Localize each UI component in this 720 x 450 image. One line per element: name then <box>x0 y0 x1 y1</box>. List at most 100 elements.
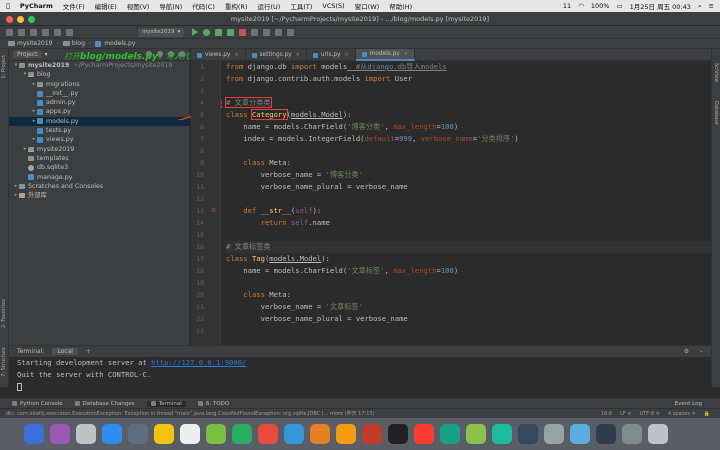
dock-app-icon[interactable] <box>284 424 304 444</box>
file-encoding[interactable]: UTF-8 ≑ <box>640 411 660 417</box>
dock-app-icon[interactable] <box>206 424 226 444</box>
menu-extras-icon[interactable]: ≡ <box>709 2 714 10</box>
tree-item[interactable]: ▸ views.py <box>9 135 190 144</box>
settings-icon[interactable] <box>263 28 271 36</box>
dock-app-icon[interactable] <box>102 424 122 444</box>
minimize-window-button[interactable] <box>17 16 24 23</box>
clock[interactable]: 1月25日 周五 00:43 <box>630 1 691 11</box>
status-message[interactable]: dtc: com.intellij.execution.ExecutionExc… <box>6 410 375 417</box>
tree-item[interactable]: ▸ migrations <box>9 80 190 89</box>
battery-percent[interactable]: 100% <box>591 2 610 10</box>
dock-app-icon[interactable] <box>518 424 538 444</box>
menu-code[interactable]: 代码(C) <box>192 1 215 11</box>
notification-badge[interactable]: 11 <box>563 2 571 10</box>
dock-app-icon[interactable] <box>440 424 460 444</box>
sciview-tool-tab[interactable]: SciView <box>713 63 719 82</box>
dock-app-icon[interactable] <box>180 424 200 444</box>
editor-tab[interactable]: settings.py × <box>246 49 307 61</box>
bottom-tool-tab[interactable]: Terminal <box>146 400 186 407</box>
bottom-tool-tab[interactable]: Database Changes <box>74 401 135 407</box>
dock-app-icon[interactable] <box>24 424 44 444</box>
menu-edit[interactable]: 编辑(E) <box>95 1 117 11</box>
editor-tab[interactable]: models.py × <box>355 49 415 61</box>
dock-app-icon[interactable] <box>466 424 486 444</box>
tree-item[interactable]: templates <box>9 154 190 163</box>
dock-app-icon[interactable] <box>596 424 616 444</box>
menu-window[interactable]: 窗口(W) <box>355 1 380 11</box>
apple-icon[interactable]:  <box>6 2 10 10</box>
lock-icon[interactable]: 🔒 <box>704 411 710 417</box>
dock-app-icon[interactable] <box>76 424 96 444</box>
dock-app-icon[interactable] <box>362 424 382 444</box>
caret-position[interactable]: 16:6 <box>601 411 612 417</box>
back-icon[interactable] <box>42 28 49 36</box>
menu-help[interactable]: 帮助(H) <box>389 1 412 11</box>
tree-item[interactable]: ▾ blog <box>9 70 190 79</box>
run-icon[interactable] <box>192 28 199 36</box>
sync-icon[interactable] <box>30 28 37 36</box>
indent-setting[interactable]: 4 spaces ≑ <box>668 411 696 417</box>
vcs-icon[interactable] <box>251 28 259 36</box>
dock-app-icon[interactable] <box>50 424 70 444</box>
menu-vcs[interactable]: VCS(S) <box>322 2 344 10</box>
tree-item[interactable]: admin.py <box>9 98 190 107</box>
dock-app-icon[interactable] <box>154 424 174 444</box>
tree-item[interactable]: tests.py <box>9 126 190 135</box>
zoom-window-button[interactable] <box>28 16 35 23</box>
dock-app-icon[interactable] <box>232 424 252 444</box>
search-icon[interactable]: ⌕ <box>698 2 702 11</box>
terminal-tab-local[interactable]: Local <box>52 348 78 355</box>
tree-item[interactable]: ▸ models.py <box>9 116 190 127</box>
menu-file[interactable]: 文件(F) <box>63 1 85 11</box>
server-url-link[interactable]: http://127.0.0.1:9000/ <box>151 358 246 367</box>
bottom-tool-tab[interactable]: 6: TODO <box>197 401 229 407</box>
sdk-icon[interactable] <box>287 28 295 36</box>
dock-app-icon[interactable] <box>336 424 356 444</box>
editor-tab[interactable]: urls.py × <box>307 49 356 61</box>
event-log-button[interactable]: Event Log <box>675 401 702 407</box>
chevron-down-icon[interactable]: ▾ <box>45 51 48 58</box>
close-icon[interactable]: × <box>234 52 238 58</box>
open-folder-icon[interactable] <box>6 28 13 36</box>
debug-icon[interactable] <box>203 28 211 36</box>
menu-run[interactable]: 运行(U) <box>257 1 280 11</box>
wifi-icon[interactable]: ◠ <box>578 2 584 10</box>
close-icon[interactable]: × <box>296 52 300 58</box>
tree-item[interactable]: ▾ mysite2019 ~/PycharmProjects/mysite2019 <box>9 61 190 70</box>
stop-icon[interactable] <box>239 28 247 36</box>
project-view-select[interactable]: Project <box>13 51 42 58</box>
editor-tab[interactable]: views.py × <box>191 49 246 61</box>
database-tool-tab[interactable]: Database <box>713 101 719 125</box>
dock-app-icon[interactable] <box>258 424 278 444</box>
close-window-button[interactable] <box>6 16 13 23</box>
battery-icon[interactable]: ▭ <box>616 2 622 10</box>
structure-icon[interactable] <box>275 28 283 36</box>
menu-app-name[interactable]: PyCharm <box>20 2 53 10</box>
dock-app-icon[interactable] <box>570 424 590 444</box>
minimize-icon[interactable]: – <box>700 348 703 355</box>
new-terminal-button[interactable]: + <box>86 348 91 355</box>
bottom-tool-tab[interactable]: Python Console <box>12 401 63 407</box>
line-separator[interactable]: LF ≑ <box>620 411 631 417</box>
dock-app-icon[interactable] <box>128 424 148 444</box>
tree-item[interactable]: db.sqlite3 <box>9 163 190 172</box>
dock-app-icon[interactable] <box>310 424 330 444</box>
breadcrumb-project[interactable]: mysite2019 <box>8 40 53 47</box>
breadcrumb-blog[interactable]: blog <box>62 40 85 47</box>
save-all-icon[interactable] <box>18 28 25 36</box>
tree-item[interactable]: ▸ apps.py <box>9 107 190 116</box>
run-configuration-select[interactable]: mysite2019 ▾ <box>138 27 185 37</box>
dock-app-icon[interactable] <box>388 424 408 444</box>
terminal-prompt[interactable] <box>9 381 711 393</box>
close-icon[interactable]: × <box>344 52 348 58</box>
dock-app-icon[interactable] <box>414 424 434 444</box>
menu-navigate[interactable]: 导航(N) <box>159 1 182 11</box>
close-icon[interactable]: × <box>404 51 408 57</box>
menu-refactor[interactable]: 重构(R) <box>225 1 248 11</box>
tree-item[interactable]: ▸ mysite2019 <box>9 145 190 154</box>
coverage-icon[interactable] <box>215 28 223 36</box>
code-editor[interactable]: from django.db import models #从django.db… <box>222 61 711 345</box>
project-tool-tab[interactable]: 1: Project <box>1 55 7 79</box>
hammer-icon[interactable] <box>66 28 73 36</box>
tree-item[interactable]: ▸ Scratches and Consoles <box>9 182 190 191</box>
